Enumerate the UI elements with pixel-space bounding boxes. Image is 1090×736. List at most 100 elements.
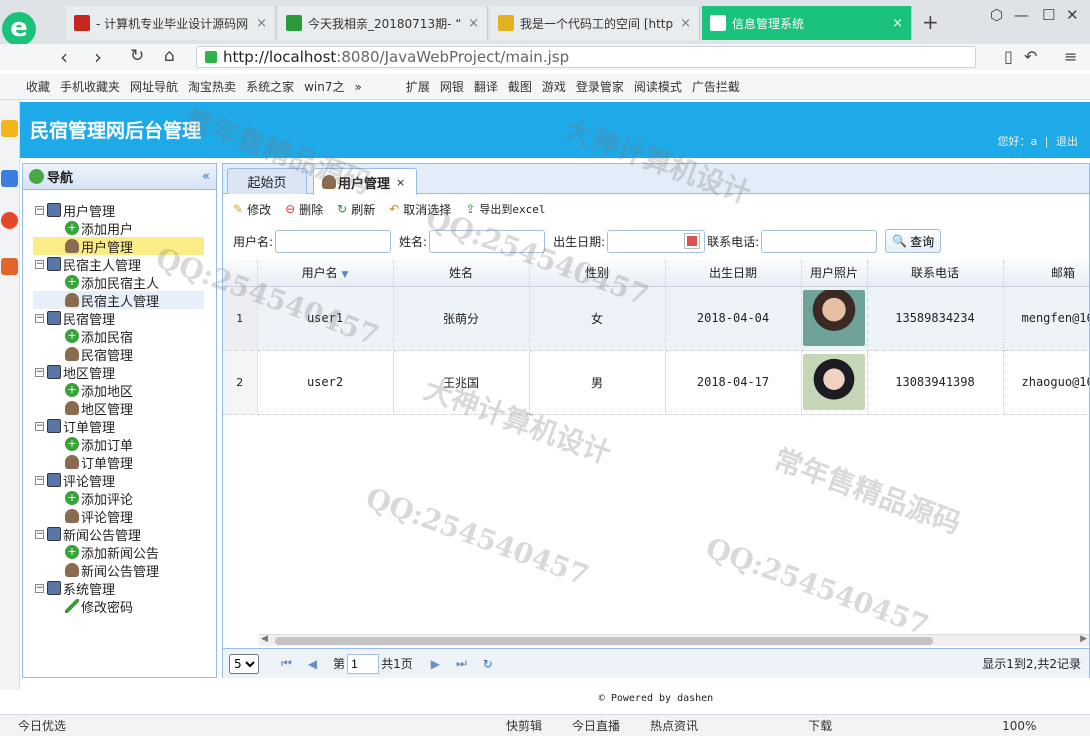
delete-button[interactable]: ⊖ 删除 <box>285 201 323 218</box>
browser-tab-1[interactable]: - 计算机专业毕业设计源码网 × <box>66 6 276 40</box>
prev-page-icon[interactable]: ◀ <box>308 657 317 671</box>
mail-icon[interactable] <box>1 258 18 275</box>
nav-item-4-1[interactable]: 订单管理 <box>65 453 133 472</box>
close-window-icon[interactable]: ✕ <box>1066 6 1079 24</box>
close-tab-icon[interactable]: × <box>886 16 903 31</box>
nav-group-6[interactable]: − 新闻公告管理 <box>35 525 141 544</box>
refresh-icon[interactable]: ↻ <box>130 46 144 66</box>
bookmark-item[interactable]: 网址导航 <box>130 78 178 95</box>
browser-tab-active[interactable]: 信息管理系统 × <box>702 6 912 40</box>
bookmark-item[interactable]: 网银 <box>440 78 464 95</box>
scroll-left-icon[interactable]: ◀ <box>261 634 268 644</box>
list-icon[interactable] <box>1 170 18 187</box>
column-header-photo[interactable]: 用户照片 <box>801 260 868 287</box>
nav-item-6-1[interactable]: 新闻公告管理 <box>65 561 159 580</box>
menu-icon[interactable]: ≡ <box>1064 47 1077 66</box>
nav-item-3-0[interactable]: + 添加地区 <box>65 381 133 400</box>
reload-icon[interactable]: ↻ <box>483 657 493 671</box>
close-tab-icon[interactable]: × <box>396 176 405 189</box>
close-tab-icon[interactable]: × <box>250 16 267 31</box>
status-item[interactable]: 下载 <box>808 717 832 734</box>
bookmark-item[interactable]: win7之 <box>304 78 344 95</box>
nav-group-4[interactable]: − 订单管理 <box>35 417 115 436</box>
nav-item-5-0[interactable]: + 添加评论 <box>65 489 133 508</box>
nav-item-5-1[interactable]: 评论管理 <box>65 507 133 526</box>
next-page-icon[interactable]: ▶ <box>431 657 440 671</box>
nav-item-2-0[interactable]: + 添加民宿 <box>65 327 133 346</box>
collapse-icon[interactable]: − <box>35 367 44 377</box>
nav-item-7-0[interactable]: 修改密码 <box>65 597 133 616</box>
collapse-nav-icon[interactable]: « <box>202 169 210 184</box>
column-header-email[interactable]: 邮箱 <box>1003 260 1089 287</box>
first-page-icon[interactable]: ⏮ <box>281 656 292 671</box>
forward-icon[interactable]: › <box>94 45 102 69</box>
weibo-icon[interactable] <box>1 212 18 229</box>
query-button[interactable]: 🔍 查询 <box>885 229 942 253</box>
bookmark-item[interactable]: 扩展 <box>406 78 430 95</box>
maximize-icon[interactable]: ☐ <box>1042 6 1055 24</box>
table-row[interactable]: 2 user2 王兆国 男 2018-04-17 13083941398 zha… <box>223 350 1089 415</box>
column-header-phone[interactable]: 联系电话 <box>867 260 1004 287</box>
back-icon[interactable]: ‹ <box>60 45 68 69</box>
scroll-right-icon[interactable]: ▶ <box>1080 634 1087 644</box>
bookmark-item[interactable]: 翻译 <box>474 78 498 95</box>
nav-item-1-0[interactable]: + 添加民宿主人 <box>65 273 159 292</box>
last-page-icon[interactable]: ⏭ <box>456 656 467 671</box>
minimize-icon[interactable]: — <box>1014 6 1029 24</box>
url-input[interactable]: http://localhost:8080/JavaWebProject/mai… <box>196 46 976 68</box>
nav-group-1[interactable]: − 民宿主人管理 <box>35 255 141 274</box>
bookmark-item[interactable]: 广告拦截 <box>692 78 740 95</box>
nav-group-7[interactable]: − 系统管理 <box>35 579 115 598</box>
collapse-icon[interactable]: − <box>35 583 44 593</box>
bookmark-more[interactable]: » <box>354 80 361 94</box>
unselect-button[interactable]: ↶ 取消选择 <box>389 201 451 218</box>
nav-item-0-1[interactable]: 用户管理 <box>33 237 204 256</box>
collapse-icon[interactable]: − <box>35 529 44 539</box>
phone-icon[interactable]: ▯ <box>1004 47 1013 66</box>
home-icon[interactable]: ⌂ <box>164 46 175 66</box>
tab-user-management[interactable]: 用户管理 × <box>313 168 417 195</box>
scrollbar-thumb[interactable] <box>275 637 933 645</box>
column-header-name[interactable]: 姓名 <box>393 260 530 287</box>
status-item[interactable]: 今日优选 <box>18 717 66 734</box>
new-tab-button[interactable]: + <box>922 10 939 34</box>
bookmark-item[interactable]: 阅读模式 <box>634 78 682 95</box>
collapse-icon[interactable]: − <box>35 259 44 269</box>
bookmark-item[interactable]: 游戏 <box>542 78 566 95</box>
nav-item-6-0[interactable]: + 添加新闻公告 <box>65 543 159 562</box>
nav-group-0[interactable]: − 用户管理 <box>35 201 115 220</box>
zoom-level[interactable]: 100% <box>1002 719 1036 733</box>
calendar-icon[interactable] <box>684 233 701 249</box>
undo-icon[interactable]: ↶ <box>1024 47 1037 66</box>
phone-input[interactable] <box>761 229 878 253</box>
edit-button[interactable]: ✎ 修改 <box>233 201 271 218</box>
page-size-select[interactable]: 5 <box>229 653 259 674</box>
nav-item-1-1[interactable]: 民宿主人管理 <box>33 291 204 310</box>
column-header-username[interactable]: 用户名 ▼ <box>257 260 394 287</box>
logout-link[interactable]: 退出 <box>1056 135 1078 148</box>
bookmark-item[interactable]: 系统之家 <box>246 78 294 95</box>
close-tab-icon[interactable]: × <box>462 16 479 31</box>
status-item[interactable]: 热点资讯 <box>650 717 698 734</box>
collapse-icon[interactable]: − <box>35 205 44 215</box>
browser-tab-3[interactable]: 我是一个代码工的空间 [http × <box>490 6 700 40</box>
nav-item-4-0[interactable]: + 添加订单 <box>65 435 133 454</box>
page-number-input[interactable] <box>347 653 380 674</box>
export-button[interactable]: ⇪ 导出到excel <box>465 201 545 217</box>
bookmark-item[interactable]: 截图 <box>508 78 532 95</box>
bookmark-item[interactable]: 淘宝热卖 <box>188 78 236 95</box>
favorites-icon[interactable] <box>1 120 18 137</box>
username-input[interactable] <box>275 229 392 253</box>
bookmark-item[interactable]: 手机收藏夹 <box>60 78 120 95</box>
bookmark-item[interactable]: 登录管家 <box>576 78 624 95</box>
tab-home[interactable]: 起始页 <box>227 168 307 194</box>
nav-item-0-0[interactable]: + 添加用户 <box>65 219 133 238</box>
close-tab-icon[interactable]: × <box>674 16 691 31</box>
nav-group-5[interactable]: − 评论管理 <box>35 471 115 490</box>
horizontal-scrollbar[interactable]: ◀ ▶ <box>259 634 1089 646</box>
nav-item-3-1[interactable]: 地区管理 <box>65 399 133 418</box>
browser-tab-2[interactable]: 今天我相亲_20180713期- “× <box>278 6 488 40</box>
status-item[interactable]: 快剪辑 <box>506 717 542 734</box>
collapse-icon[interactable]: − <box>35 421 44 431</box>
status-item[interactable]: 今日直播 <box>572 717 620 734</box>
